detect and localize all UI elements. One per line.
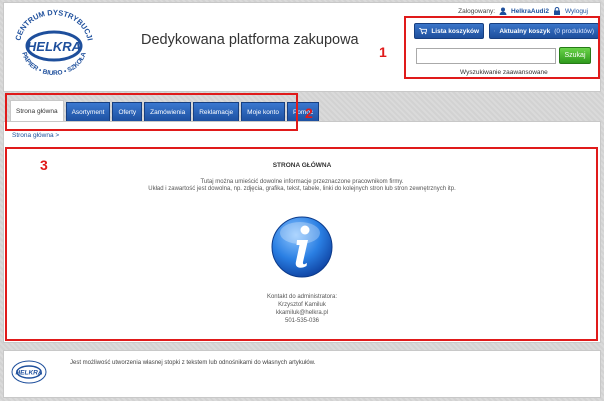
annotation-number-2: 2 <box>305 105 313 121</box>
annotation-box-2 <box>5 93 298 131</box>
footer: HELKRA Jest możliwość utworzenia własnej… <box>3 350 601 398</box>
logout-link[interactable]: Wyloguj <box>565 8 588 15</box>
user-icon <box>499 7 507 15</box>
helkra-logo[interactable]: CENTRUM DYSTRYBUCJI HELKRA PAPIER • BIUR… <box>8 5 100 75</box>
breadcrumb[interactable]: Strona główna > <box>12 132 59 139</box>
annotation-number-3: 3 <box>40 157 48 173</box>
annotation-box-3 <box>5 147 598 341</box>
logo-brand: HELKRA <box>27 39 81 54</box>
logged-label: Zalogowany: <box>458 7 495 15</box>
username-link[interactable]: HelkraAudi2 <box>511 8 549 15</box>
footer-logo: HELKRA <box>9 356 49 386</box>
footer-logo-brand: HELKRA <box>15 370 42 377</box>
annotation-box-1 <box>404 16 600 79</box>
footer-text: Jest możliwość utworzenia własnej stopki… <box>70 360 316 366</box>
page-title: Dedykowana platforma zakupowa <box>141 32 359 48</box>
annotation-number-1: 1 <box>379 44 387 60</box>
login-bar: Zalogowany: HelkraAudi2 Wyloguj <box>458 7 588 15</box>
lock-icon <box>553 7 560 15</box>
